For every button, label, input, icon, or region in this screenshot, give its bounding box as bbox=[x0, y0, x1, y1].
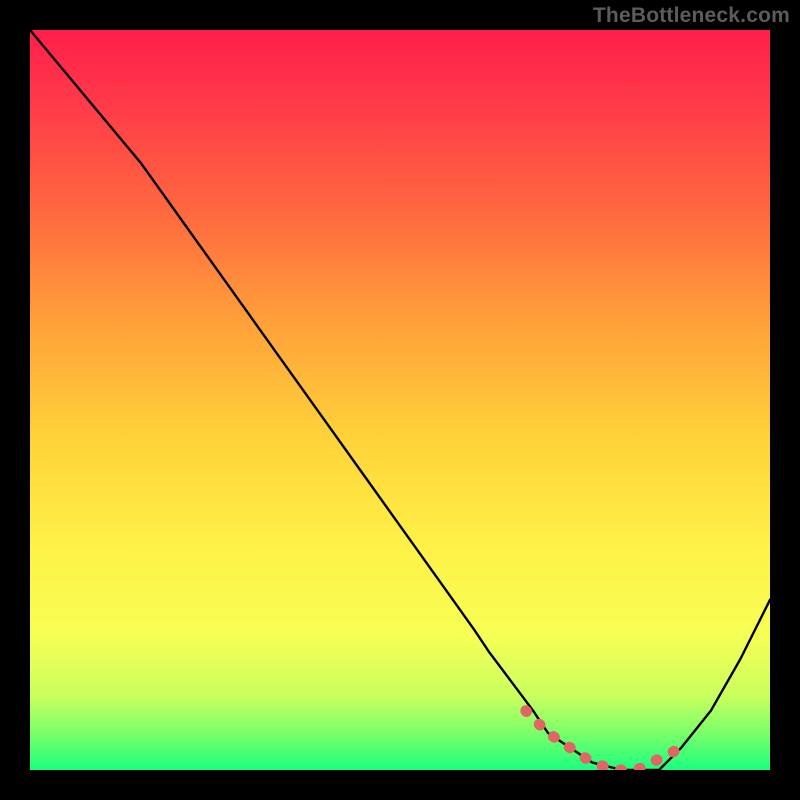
bottleneck-chart bbox=[30, 30, 770, 770]
gradient-background bbox=[30, 30, 770, 770]
chart-container: TheBottleneck.com bbox=[0, 0, 800, 800]
plot-area bbox=[30, 30, 770, 770]
watermark-text: TheBottleneck.com bbox=[593, 4, 790, 28]
